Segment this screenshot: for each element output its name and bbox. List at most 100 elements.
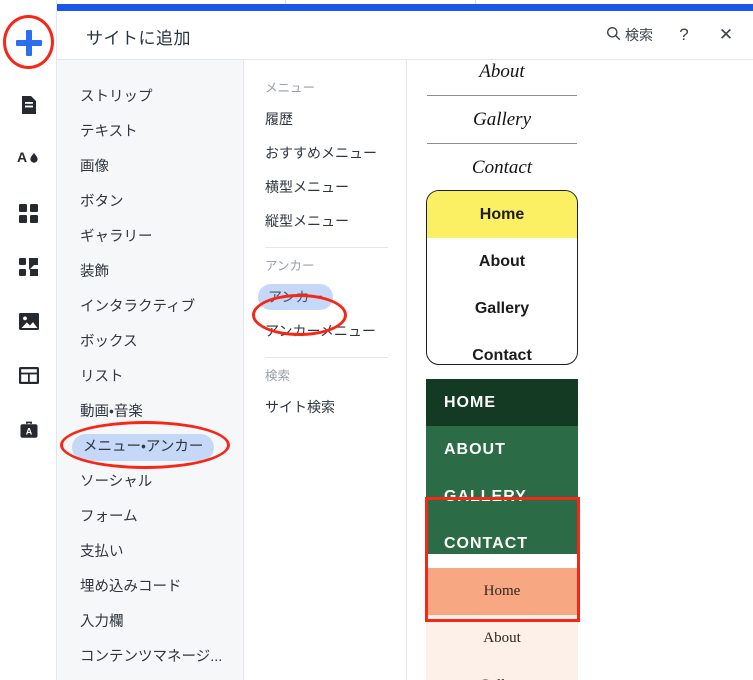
subnav-label: 履歴 bbox=[265, 111, 293, 127]
subnav-group-search-label: 検索 bbox=[265, 369, 291, 383]
sidebar-icon-design[interactable]: A bbox=[0, 132, 57, 186]
subnav-divider bbox=[265, 357, 388, 358]
category-label: メニュー・アンカー bbox=[72, 434, 215, 461]
category-payment[interactable]: 支払い bbox=[57, 535, 243, 570]
category-label: ソーシャル bbox=[80, 474, 153, 490]
preview-row: Contact bbox=[472, 346, 532, 364]
plus-icon bbox=[15, 29, 42, 56]
category-interactive[interactable]: インタラクティブ bbox=[57, 290, 243, 325]
menu-preview-peach[interactable]: Home About Gallery Contact bbox=[426, 568, 578, 680]
help-button[interactable]: ? bbox=[671, 22, 697, 48]
category-box[interactable]: ボックス bbox=[57, 325, 243, 360]
sidebar-icon-media[interactable] bbox=[0, 294, 57, 348]
category-decoration[interactable]: 装飾 bbox=[57, 255, 243, 290]
subnav-label: サイト検索 bbox=[265, 399, 335, 415]
category-input-field[interactable]: 入力欄 bbox=[57, 605, 243, 640]
subnav-label: 縦型メニュー bbox=[265, 213, 349, 229]
search-icon bbox=[606, 26, 621, 44]
media-image-icon bbox=[18, 312, 40, 331]
search-button[interactable]: 検索 bbox=[604, 23, 655, 47]
category-form[interactable]: フォーム bbox=[57, 500, 243, 535]
search-label: 検索 bbox=[625, 27, 653, 43]
sidebar-icon-layout[interactable] bbox=[0, 348, 57, 402]
top-accent-bar bbox=[57, 4, 753, 11]
preview-row: Gallery bbox=[474, 299, 530, 317]
subnav-label: おすすめメニュー bbox=[265, 145, 377, 161]
sidebar-icon-business[interactable]: A bbox=[0, 402, 57, 456]
subnav-recommended-menu[interactable]: おすすめメニュー bbox=[245, 136, 406, 170]
category-button[interactable]: ボタン bbox=[57, 185, 243, 220]
menu-preview-rounded-yellow[interactable]: Home About Gallery Contact bbox=[426, 190, 578, 365]
subnav-site-search[interactable]: サイト検索 bbox=[245, 390, 406, 424]
apps-grid-icon bbox=[18, 203, 39, 224]
layout-table-icon bbox=[18, 366, 40, 385]
page-text-icon bbox=[18, 94, 40, 116]
preview-row: Gallery bbox=[472, 108, 532, 130]
category-label: 動画・音楽 bbox=[80, 404, 143, 420]
category-embed-code[interactable]: 埋め込みコード bbox=[57, 570, 243, 605]
category-strip[interactable]: ストリップ bbox=[57, 80, 243, 115]
category-image[interactable]: 画像 bbox=[57, 150, 243, 185]
svg-text:A: A bbox=[25, 426, 32, 436]
subnav-divider bbox=[265, 247, 388, 248]
subnav-anchor[interactable]: アンカー bbox=[245, 280, 406, 314]
blog-puzzle-icon bbox=[18, 257, 40, 278]
category-label: ギャラリー bbox=[80, 229, 153, 245]
category-label: リスト bbox=[80, 369, 124, 385]
category-label: 支払い bbox=[80, 544, 124, 560]
app-root: A A サイトに追加 検索 ? ✕ ストリップ テキスト 画像 ボタン ギャラリ… bbox=[0, 0, 753, 680]
sidebar-icon-apps[interactable] bbox=[0, 186, 57, 240]
category-video-music[interactable]: 動画・音楽 bbox=[57, 395, 243, 430]
category-label: 画像 bbox=[80, 159, 109, 175]
category-label: 入力欄 bbox=[80, 614, 124, 630]
preview-row: CONTACT bbox=[444, 534, 529, 552]
preview-row: About bbox=[478, 252, 526, 270]
category-menu-anchor[interactable]: メニュー・アンカー bbox=[57, 430, 243, 465]
menu-preview-green[interactable]: HOME ABOUT GALLERY CONTACT bbox=[426, 379, 578, 554]
category-text[interactable]: テキスト bbox=[57, 115, 243, 150]
subnav-group-menu-label: メニュー bbox=[265, 81, 316, 95]
category-social[interactable]: ソーシャル bbox=[57, 465, 243, 500]
category-label: テキスト bbox=[80, 124, 138, 140]
menu-thumbnail-grid: Home About Gallery Contact bbox=[408, 60, 753, 680]
briefcase-a-icon: A bbox=[18, 419, 40, 440]
subnav-label: アンカーメニュー bbox=[265, 323, 376, 339]
preview-row: Contact bbox=[471, 156, 533, 177]
category-label: 装飾 bbox=[80, 264, 109, 280]
preview-row: Home bbox=[427, 191, 577, 238]
close-button[interactable]: ✕ bbox=[713, 22, 739, 48]
add-element-button[interactable] bbox=[4, 18, 53, 67]
subnav-vertical-menu[interactable]: 縦型メニュー bbox=[245, 204, 406, 238]
preview-row: HOME bbox=[426, 379, 578, 426]
category-label: フォーム bbox=[80, 509, 138, 525]
left-icon-rail: A A bbox=[0, 0, 57, 680]
svg-text:A: A bbox=[17, 149, 27, 165]
category-list[interactable]: リスト bbox=[57, 360, 243, 395]
category-content-manager[interactable]: コンテンツマネージ... bbox=[57, 640, 243, 675]
panel-header: サイトに追加 検索 ? ✕ bbox=[57, 11, 753, 60]
preview-row: Gallery bbox=[426, 662, 578, 680]
subnav-label: アンカー bbox=[258, 284, 334, 310]
element-preview-column[interactable]: Home About Gallery Contact bbox=[408, 60, 753, 680]
menu-preview-serif[interactable]: Home About Gallery Contact bbox=[426, 60, 578, 176]
subnav-anchor-menu[interactable]: アンカーメニュー bbox=[245, 314, 406, 348]
category-label: ボタン bbox=[80, 194, 124, 210]
subnav-list: メニュー 履歴 おすすめメニュー 横型メニュー 縦型メニュー アンカー アンカー… bbox=[245, 60, 407, 680]
category-gallery[interactable]: ギャラリー bbox=[57, 220, 243, 255]
category-label: 埋め込みコード bbox=[80, 579, 182, 595]
preview-row: About bbox=[483, 630, 521, 646]
preview-row: About bbox=[479, 60, 525, 82]
category-label: ボックス bbox=[80, 334, 138, 350]
subnav-horizontal-menu[interactable]: 横型メニュー bbox=[245, 170, 406, 204]
category-label: コンテンツマネージ... bbox=[80, 649, 223, 665]
sidebar-icon-blog[interactable] bbox=[0, 240, 57, 294]
subnav-history[interactable]: 履歴 bbox=[245, 102, 406, 136]
sidebar-icon-page[interactable] bbox=[0, 78, 57, 132]
preview-row: GALLERY bbox=[444, 487, 527, 505]
subnav-label: 横型メニュー bbox=[265, 179, 349, 195]
add-element-panel: サイトに追加 検索 ? ✕ ストリップ テキスト 画像 ボタン ギャラリー 装飾… bbox=[57, 11, 753, 680]
page-title: サイトに追加 bbox=[86, 29, 191, 48]
header-actions: 検索 ? ✕ bbox=[604, 22, 739, 48]
category-label: インタラクティブ bbox=[80, 299, 196, 315]
preview-row: Home bbox=[426, 568, 578, 615]
